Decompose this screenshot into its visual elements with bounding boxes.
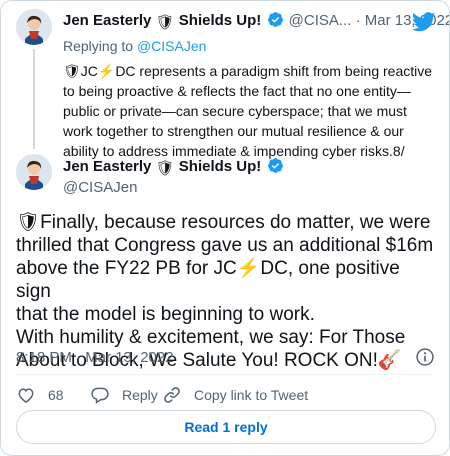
- copy-link-label: Copy link to Tweet: [194, 387, 309, 403]
- parent-text-line: public or private—can secure cyberspace;…: [63, 103, 407, 119]
- parent-header: Jen Easterly 🛡 Shields Up! @CISA... · Ma…: [63, 11, 449, 33]
- like-count: 68: [48, 387, 64, 403]
- parent-separator: ·: [355, 12, 361, 29]
- divider: [16, 374, 434, 375]
- reply-label: Reply: [122, 387, 158, 403]
- main-author-name-line: Jen Easterly 🛡 Shields Up!: [63, 157, 284, 179]
- main-text-line: 🛡Finally, because resources do matter, w…: [16, 212, 431, 233]
- info-icon[interactable]: [415, 347, 435, 367]
- parent-date[interactable]: Mar 13, 2022: [365, 12, 449, 29]
- main-text-line: With humility & excitement, we say: For …: [16, 327, 406, 348]
- main-text-line: above the FY22 PB for JC⚡DC, one positiv…: [16, 258, 400, 302]
- reply-icon: [91, 387, 109, 404]
- tweet-timestamp[interactable]: 8:18 PM · Mar 13, 2022: [16, 348, 174, 368]
- twitter-logo-icon[interactable]: [412, 12, 436, 32]
- replying-to-label: Replying to: [63, 38, 134, 54]
- reply-button[interactable]: Reply: [90, 384, 158, 406]
- main-author-suffix[interactable]: Shields Up!: [179, 158, 262, 175]
- link-icon: [164, 387, 180, 403]
- replying-to-handle[interactable]: @CISAJen: [137, 38, 206, 54]
- heart-icon: [18, 388, 34, 403]
- parent-text-line: work together to strengthen our mutual r…: [63, 123, 404, 139]
- main-text-line: thrilled that Congress gave us an additi…: [16, 235, 434, 256]
- like-button[interactable]: 68: [16, 384, 64, 406]
- parent-author-suffix[interactable]: Shields Up!: [179, 12, 262, 29]
- thread-connector-line: [33, 49, 35, 149]
- replying-to-line: Replying to @CISAJen: [63, 36, 206, 56]
- verified-badge-icon: [268, 158, 284, 173]
- read-replies-button[interactable]: Read 1 reply: [16, 410, 436, 444]
- parent-text-line: 🛡JC⚡DC represents a paradigm shift from …: [63, 63, 433, 79]
- parent-handle[interactable]: @CISA...: [289, 12, 352, 29]
- parent-author-name[interactable]: Jen Easterly: [63, 12, 151, 29]
- main-handle[interactable]: @CISAJen: [63, 178, 137, 198]
- main-author-name[interactable]: Jen Easterly: [63, 158, 151, 175]
- main-author-avatar[interactable]: [16, 154, 52, 190]
- parent-tweet-text: 🛡JC⚡DC represents a paradigm shift from …: [63, 61, 441, 161]
- copy-link-button[interactable]: Copy link to Tweet: [162, 384, 308, 406]
- shield-emoji-icon: 🛡: [155, 14, 175, 31]
- shield-emoji-icon: 🛡: [155, 160, 175, 177]
- parent-text-line: to being proactive & reflects the fact t…: [63, 83, 411, 99]
- verified-badge-icon: [268, 12, 284, 27]
- main-text-line: that the model is beginning to work.: [16, 304, 315, 325]
- embedded-tweet-card: Jen Easterly 🛡 Shields Up! @CISA... · Ma…: [0, 0, 450, 456]
- parent-author-avatar[interactable]: [16, 9, 52, 45]
